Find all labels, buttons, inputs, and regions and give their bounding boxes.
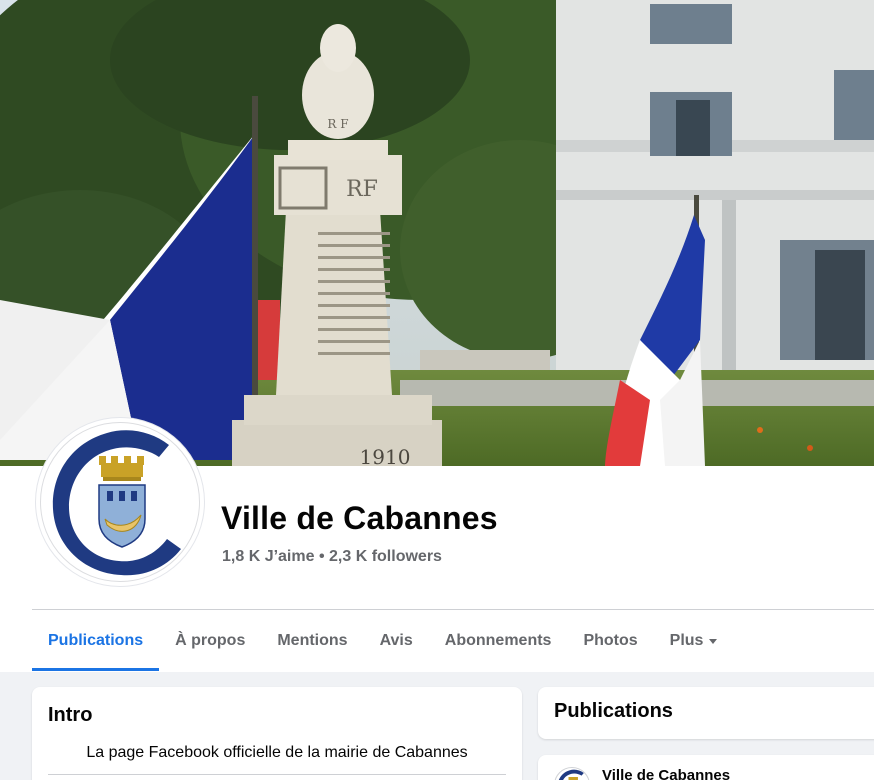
publications-header-card: Publications: [538, 687, 874, 739]
stats-separator: •: [318, 548, 325, 565]
tab-photos[interactable]: Photos: [567, 611, 653, 671]
tab-label: Abonnements: [444, 632, 552, 649]
post-author-avatar[interactable]: [554, 767, 590, 780]
tab-more[interactable]: Plus: [654, 611, 734, 671]
page-title: Ville de Cabannes: [221, 500, 498, 536]
cover-photo[interactable]: R F RF 1910: [0, 0, 874, 466]
publications-title: Publications: [554, 700, 673, 722]
profile-picture[interactable]: [36, 418, 204, 586]
intro-description: La page Facebook officielle de la mairie…: [86, 744, 468, 761]
page-stats: 1,8 K J’aime • 2,3 K followers: [222, 548, 442, 566]
followers-count[interactable]: 2,3 K followers: [329, 548, 442, 565]
post-author-name[interactable]: Ville de Cabannes: [602, 767, 730, 780]
post-card: Ville de Cabannes: [538, 755, 874, 780]
tab-label: À propos: [175, 632, 246, 649]
monument-year: 1910: [360, 445, 411, 466]
tab-label: Photos: [583, 632, 638, 649]
intro-divider: [48, 774, 506, 775]
tab-about[interactable]: À propos: [159, 611, 261, 671]
tab-publications[interactable]: Publications: [32, 611, 160, 671]
likes-count[interactable]: 1,8 K J’aime: [222, 548, 315, 565]
cabannes-logo-icon: [558, 769, 584, 780]
tab-label: Plus: [669, 632, 704, 649]
tab-subscriptions[interactable]: Abonnements: [429, 611, 568, 671]
svg-text:RF: RF: [346, 177, 378, 202]
intro-card: Intro La page Facebook officielle de la …: [32, 687, 522, 780]
page-tabs: Publications À propos Mentions Avis Abon…: [32, 611, 733, 671]
header-divider: [32, 609, 874, 610]
avatar: [40, 422, 200, 582]
monument-inscription: R F: [327, 117, 348, 131]
tab-label: Avis: [379, 632, 413, 649]
cabannes-logo-icon: [52, 430, 181, 576]
chevron-down-icon: [709, 638, 718, 644]
tab-mentions[interactable]: Mentions: [261, 611, 363, 671]
intro-title: Intro: [48, 704, 93, 726]
tab-reviews[interactable]: Avis: [364, 611, 429, 671]
tab-label: Mentions: [277, 632, 348, 649]
tab-label: Publications: [48, 632, 144, 649]
cover-image: R F RF 1910: [0, 0, 874, 466]
